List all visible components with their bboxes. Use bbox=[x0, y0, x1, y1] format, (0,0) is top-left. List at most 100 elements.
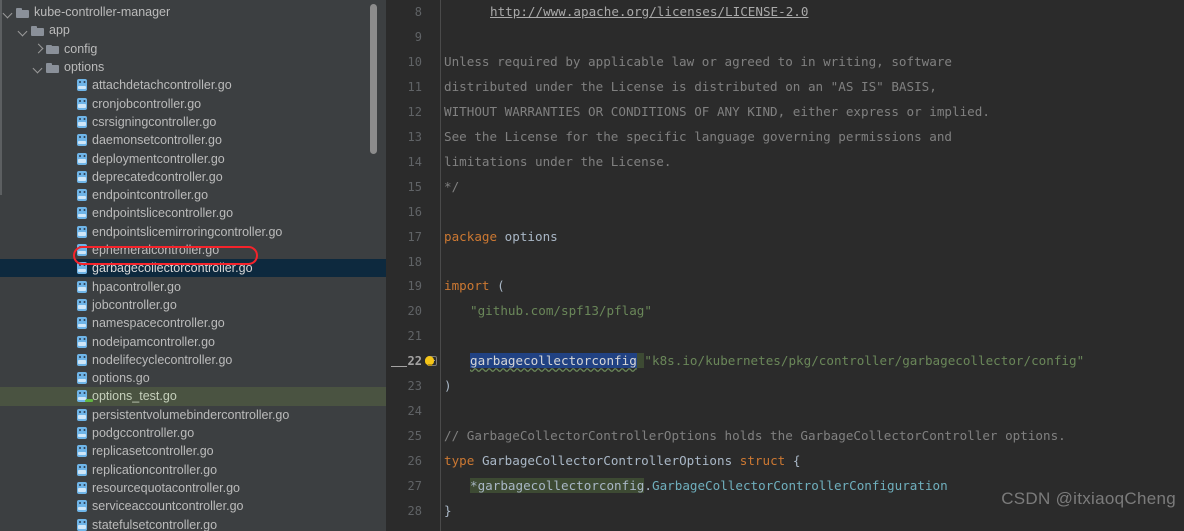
code-line[interactable]: 11 distributed under the License is dist… bbox=[387, 75, 1184, 100]
code-line[interactable]: 12 WITHOUT WARRANTIES OR CONDITIONS OF A… bbox=[387, 100, 1184, 125]
code-line[interactable]: 8 http://www.apache.org/licenses/LICENSE… bbox=[387, 0, 1184, 25]
code-line[interactable]: 18 bbox=[387, 250, 1184, 275]
tree-item-label: deploymentcontroller.go bbox=[92, 151, 225, 166]
line-content: distributed under the License is distrib… bbox=[444, 78, 937, 94]
tree-item-label: csrsigningcontroller.go bbox=[92, 114, 217, 129]
line-content: WITHOUT WARRANTIES OR CONDITIONS OF ANY … bbox=[444, 103, 990, 119]
tree-file-row[interactable]: nodeipamcontroller.go bbox=[0, 332, 387, 350]
line-number: 25 bbox=[407, 429, 422, 444]
tree-file-row[interactable]: hpacontroller.go bbox=[0, 278, 387, 296]
code-line[interactable]: 29 bbox=[387, 524, 1184, 531]
keyword-package: package bbox=[444, 228, 498, 244]
go-file-icon bbox=[77, 518, 87, 531]
go-file-icon bbox=[77, 408, 87, 421]
tree-file-row[interactable]: ephemeralcontroller.go bbox=[0, 241, 387, 259]
selected-import-alias[interactable]: garbagecollectorconfig bbox=[470, 353, 637, 369]
tree-item-label: serviceaccountcontroller.go bbox=[92, 499, 244, 514]
tree-file-row[interactable]: deprecatedcontroller.go bbox=[0, 168, 387, 186]
line-content: ) bbox=[444, 378, 452, 394]
line-number: 13 bbox=[407, 129, 422, 144]
tree-folder-row[interactable]: kube-controller-manager bbox=[0, 3, 387, 21]
tree-file-row[interactable]: serviceaccountcontroller.go bbox=[0, 497, 387, 515]
line-number: 8 bbox=[414, 5, 422, 19]
tree-file-row[interactable]: jobcontroller.go bbox=[0, 296, 387, 314]
code-editor[interactable]: 8 http://www.apache.org/licenses/LICENSE… bbox=[387, 0, 1184, 531]
chevron-right-icon[interactable] bbox=[33, 43, 44, 54]
tree-item-label: endpointslicecontroller.go bbox=[92, 206, 234, 221]
line-content: package options bbox=[444, 225, 558, 250]
project-file-tree[interactable]: kube-controller-manager app config options a… bbox=[0, 0, 387, 531]
chevron-down-icon[interactable] bbox=[18, 25, 29, 36]
tree-file-row[interactable]: statefulsetcontroller.go bbox=[0, 515, 387, 531]
tree-folder-row[interactable]: options bbox=[0, 58, 387, 76]
tree-file-row[interactable]: endpointcontroller.go bbox=[0, 186, 387, 204]
code-line[interactable]: 16 bbox=[387, 200, 1184, 225]
tree-item-label: options bbox=[64, 60, 105, 75]
tree-item-label: app bbox=[49, 23, 70, 38]
license-url-link[interactable]: http://www.apache.org/licenses/LICENSE-2… bbox=[490, 4, 808, 19]
tree-file-row[interactable]: persistentvolumebindercontroller.go bbox=[0, 406, 387, 424]
tree-item-label: namespacecontroller.go bbox=[92, 316, 225, 331]
embedded-type-name: GarbageCollectorControllerConfiguration bbox=[651, 478, 948, 494]
code-line-current[interactable]: 22 garbagecollectorconfig "k8s.io/kubern… bbox=[387, 349, 1184, 374]
code-line[interactable]: 15 */ bbox=[387, 175, 1184, 366]
tree-item-label: statefulsetcontroller.go bbox=[92, 517, 218, 531]
tree-file-row[interactable]: endpointslicemirroringcontroller.go bbox=[0, 223, 387, 241]
tree-file-row[interactable]: replicasetcontroller.go bbox=[0, 442, 387, 460]
sidebar-scrollbar[interactable] bbox=[370, 4, 377, 154]
tree-file-row[interactable]: deploymentcontroller.go bbox=[0, 149, 387, 167]
chevron-down-icon[interactable] bbox=[33, 62, 44, 73]
code-line[interactable]: 19 import ( bbox=[387, 274, 1184, 299]
tree-item-label: nodeipamcontroller.go bbox=[92, 334, 215, 349]
tree-file-row[interactable]: csrsigningcontroller.go bbox=[0, 113, 387, 131]
tree-item-label: cronjobcontroller.go bbox=[92, 96, 202, 111]
tree-item-label: garbagecollectorcontroller.go bbox=[92, 261, 253, 276]
tree-file-row[interactable]: namespacecontroller.go bbox=[0, 314, 387, 332]
tree-file-row[interactable]: attachdetachcontroller.go bbox=[0, 76, 387, 94]
line-number: 23 bbox=[407, 379, 422, 394]
tree-file-row[interactable]: daemonsetcontroller.go bbox=[0, 131, 387, 149]
code-line[interactable]: 25 // GarbageCollectorControllerOptions … bbox=[387, 424, 1184, 449]
line-content: // GarbageCollectorControllerOptions hol… bbox=[444, 428, 1066, 444]
code-line[interactable]: 10 Unless required by applicable law or … bbox=[387, 50, 1184, 75]
code-line[interactable]: 21 bbox=[387, 324, 1184, 349]
tree-file-row[interactable]: options_test.go bbox=[0, 387, 387, 406]
tree-folder-row[interactable]: app bbox=[0, 21, 387, 39]
lightbulb-intention-icon[interactable] bbox=[425, 356, 434, 367]
code-line[interactable]: 17 package options bbox=[387, 225, 1184, 250]
code-line[interactable]: 23 ) bbox=[387, 374, 1184, 399]
line-content: *garbagecollectorconfig.GarbageCollector… bbox=[444, 474, 948, 499]
tree-file-row[interactable]: nodelifecyclecontroller.go bbox=[0, 351, 387, 369]
tree-file-row[interactable]: options.go bbox=[0, 369, 387, 387]
code-line[interactable]: 14 limitations under the License. bbox=[387, 150, 1184, 175]
code-line[interactable]: 13 See the License for the specific lang… bbox=[387, 125, 1184, 150]
go-file-icon bbox=[77, 280, 87, 293]
chevron-down-icon[interactable] bbox=[3, 7, 14, 18]
code-line[interactable]: 28 } bbox=[387, 499, 1184, 524]
tree-file-row[interactable]: garbagecollectorcontroller.go bbox=[0, 259, 387, 278]
tree-file-row[interactable]: endpointslicecontroller.go bbox=[0, 204, 387, 222]
code-line[interactable]: 20 "github.com/spf13/pflag" bbox=[387, 299, 1184, 324]
tree-file-row[interactable]: cronjobcontroller.go bbox=[0, 95, 387, 113]
tree-file-row[interactable]: podgccontroller.go bbox=[0, 424, 387, 442]
line-content: } bbox=[444, 503, 452, 518]
tree-file-row[interactable]: replicationcontroller.go bbox=[0, 461, 387, 479]
code-line[interactable]: 26 type GarbageCollectorControllerOption… bbox=[387, 449, 1184, 474]
code-line[interactable]: 27 *garbagecollectorconfig.GarbageCollec… bbox=[387, 474, 1184, 499]
tree-file-row[interactable]: resourcequotacontroller.go bbox=[0, 479, 387, 497]
code-line[interactable]: 24 bbox=[387, 399, 1184, 424]
line-number: 20 bbox=[407, 304, 422, 319]
tree-folder-row[interactable]: config bbox=[0, 40, 387, 58]
line-number: 19 bbox=[407, 279, 422, 294]
go-file-icon bbox=[77, 500, 87, 513]
code-line[interactable]: 9 bbox=[387, 25, 1184, 50]
tree-item-label: replicationcontroller.go bbox=[92, 462, 218, 477]
go-file-icon bbox=[77, 317, 87, 330]
